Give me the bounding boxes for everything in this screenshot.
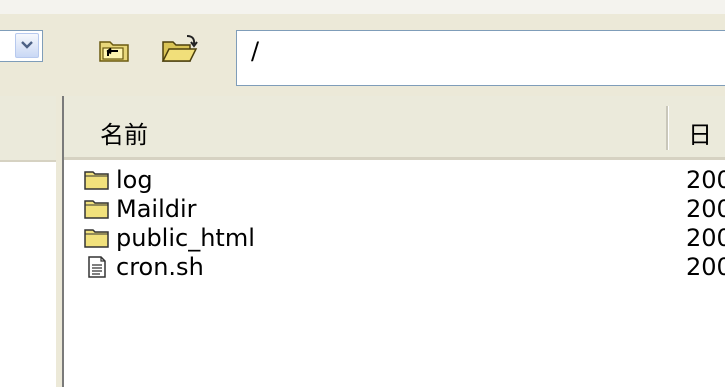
- folder-up-icon: [99, 41, 129, 62]
- file-name: Maildir: [116, 195, 197, 223]
- dropdown-button[interactable]: [15, 33, 39, 58]
- document-icon: [88, 256, 106, 278]
- path-input[interactable]: /: [236, 30, 725, 86]
- chevron-down-icon: [21, 41, 33, 49]
- folder-icon: [84, 200, 109, 219]
- top-strip: [0, 0, 725, 14]
- file-name: public_html: [116, 224, 255, 252]
- list-header: 名前 日: [64, 96, 725, 160]
- folder-icon: [84, 229, 109, 248]
- folder-icon: [84, 171, 109, 190]
- list-item[interactable]: log 200: [64, 166, 725, 194]
- column-separator[interactable]: [666, 106, 669, 150]
- file-list-panel[interactable]: 名前 日 log 200 Maildir 200 public_html 200: [62, 96, 725, 387]
- left-file-panel[interactable]: [0, 96, 57, 387]
- column-header-name[interactable]: 名前: [100, 115, 148, 150]
- folder-up-button[interactable]: [98, 34, 132, 64]
- open-folder-icon: [161, 35, 198, 62]
- file-name: log: [116, 166, 153, 194]
- column-header-date[interactable]: 日: [688, 115, 712, 150]
- open-folder-button[interactable]: [160, 34, 198, 64]
- left-list-header: [0, 96, 56, 162]
- file-date: 200: [686, 195, 725, 223]
- file-date: 200: [686, 253, 725, 281]
- list-item[interactable]: cron.sh 200: [64, 253, 725, 281]
- file-date: 200: [686, 224, 725, 252]
- left-drive-combo[interactable]: [0, 30, 43, 62]
- file-name: cron.sh: [116, 253, 204, 281]
- list-item[interactable]: public_html 200: [64, 224, 725, 252]
- list-item[interactable]: Maildir 200: [64, 195, 725, 223]
- file-date: 200: [686, 166, 725, 194]
